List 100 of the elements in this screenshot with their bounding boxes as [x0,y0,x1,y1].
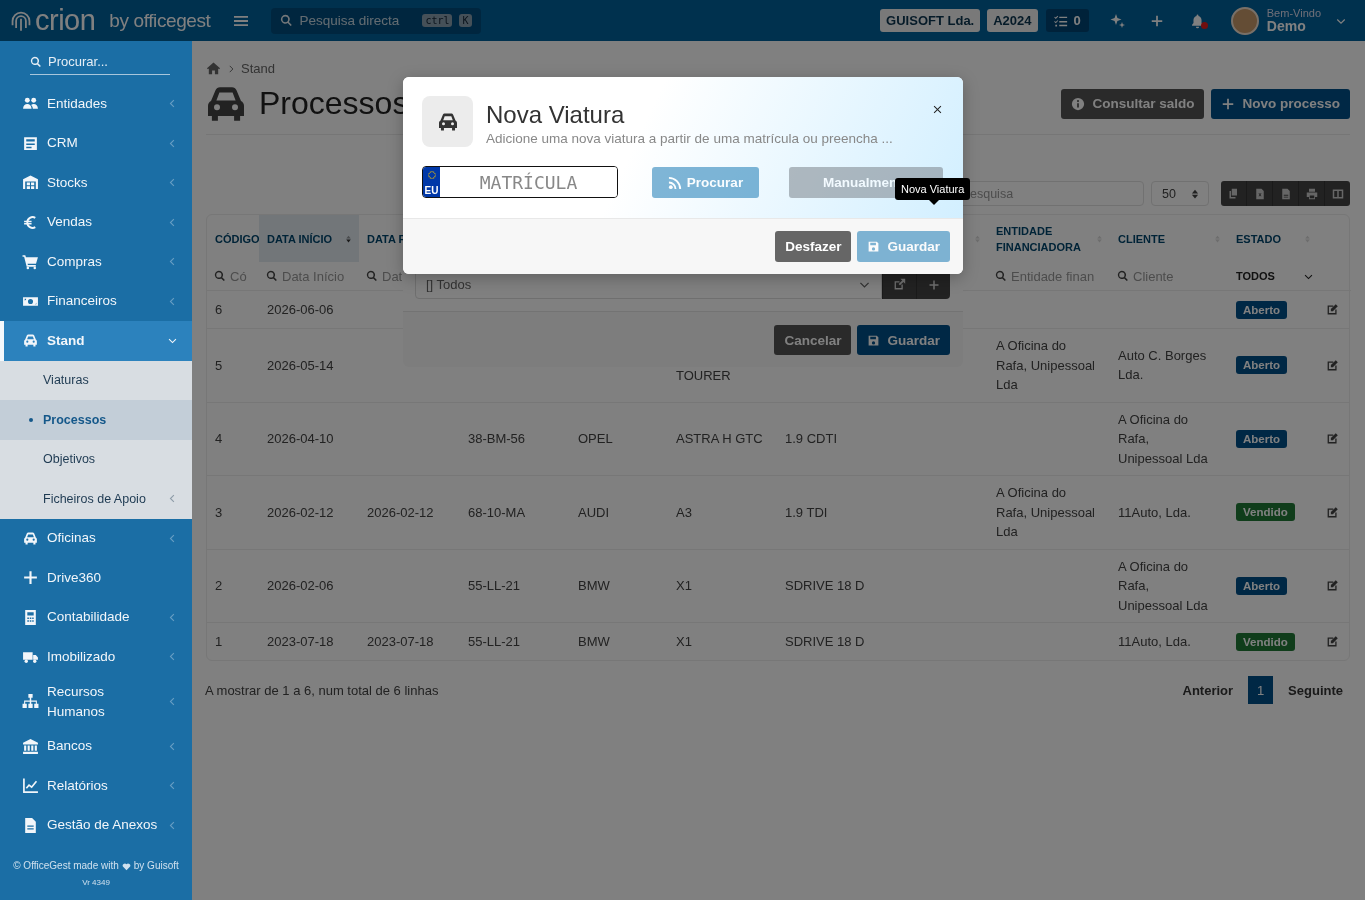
tasks-button[interactable]: 0 [1045,9,1089,32]
rss-icon [667,174,683,190]
sidebar-item[interactable]: Oficinas [0,518,192,558]
close-icon[interactable] [932,104,943,115]
edit-icon[interactable] [1326,505,1339,519]
plus-icon [927,278,940,291]
logo-text: crion [35,6,96,35]
table-cell-text: 3 [214,503,224,522]
sidebar-item[interactable]: Imobilizado [0,637,192,677]
home-icon[interactable] [206,61,221,76]
cart-icon [22,253,39,271]
year-badge[interactable]: A2024 [987,9,1038,32]
sidebar-item[interactable]: Gestão de Anexos [0,805,192,845]
plate-field[interactable]: EU MATRÍCULA [422,166,618,198]
sidebar-item[interactable]: Relatórios [0,766,192,806]
table-cell-text: 11Auto, Lda. [1117,632,1192,651]
sparkle-icon[interactable] [1109,12,1126,29]
sidebar-item[interactable]: Contabilidade [0,597,192,637]
sidebar-item[interactable]: CRM [0,123,192,163]
edit-icon[interactable] [1326,579,1339,593]
table-cell-text: 1.9 TDI [784,503,829,522]
search-icon [366,270,378,282]
save-button[interactable]: Guardar [857,325,950,355]
plus-icon[interactable] [1149,13,1164,28]
bank-icon [22,737,39,755]
warehouse-icon [22,174,39,192]
page-link[interactable]: 1 [1248,676,1274,704]
table-cell-text: 6 [214,300,224,319]
column-header[interactable]: CLIENTE [1118,230,1166,247]
table-cell-text: X1 [675,577,693,595]
column-header[interactable]: ESTADO [1236,230,1282,247]
plus-icon [22,569,39,587]
search-icon [995,270,1007,282]
edit-icon[interactable] [1326,303,1339,316]
save-icon [867,333,881,347]
sidebar-item[interactable]: Compras [0,242,192,282]
save-icon [867,240,881,253]
table-cell-text: X1 [675,632,693,651]
sidebar-item[interactable]: Stocks [0,163,192,203]
sidebar-item[interactable]: Bancos [0,726,192,766]
modal-title: Nova Viatura [486,101,626,129]
table-cell-text: 55-LL-21 [467,577,522,595]
next-link[interactable]: Seguinte [1288,682,1343,698]
submenu-item[interactable]: Ficheiros de Apoio [0,479,192,519]
external-link-icon [893,278,906,291]
table-cell-text: A Oficina do Rafa, Unipessoal Lda [995,484,1096,541]
table-cell-text: 38-BM-56 [467,430,527,448]
submenu-item[interactable]: Objetivos [0,439,192,479]
edit-icon[interactable] [1326,358,1339,372]
balance-button[interactable]: Consultar saldo [1061,88,1205,119]
table-cell-text: 2026-05-14 [266,356,335,375]
edit-icon[interactable] [1326,432,1339,446]
user-name[interactable]: Demo [1266,19,1321,33]
status-badge: Vendido [1236,632,1295,651]
breadcrumb-link[interactable]: Stand [241,61,275,76]
spreadsheet-icon [1253,187,1266,200]
previous-link[interactable]: Anterior [1182,682,1234,698]
chevron-right-icon [226,63,236,74]
search-icon [30,55,42,68]
info-icon [1071,96,1086,111]
modal-subtitle: Adicione uma nova viatura a partir de uma matrícula ou preencha ... [486,131,893,146]
sidebar-item[interactable]: Financeiros [0,281,192,321]
sidebar-item[interactable]: Drive360 [0,558,192,598]
undo-button[interactable]: Desfazer [775,231,852,262]
id-card-icon [22,134,39,152]
car-icon [206,85,246,122]
submenu-item[interactable]: Viaturas [0,360,192,400]
column-header[interactable]: ENTIDADE FINANCIADORA [996,222,1095,255]
sidebar-item[interactable]: Vendas [0,202,192,242]
page-size-select[interactable]: 50 [1151,181,1209,206]
logo-subtitle: by officegest [109,11,211,30]
sidebar-item[interactable]: Stand [0,321,192,361]
new-process-button[interactable]: Novo processo [1211,88,1350,119]
sidebar-item[interactable]: Recursos Humanos [0,676,192,727]
submenu-item[interactable]: Processos [0,400,192,440]
sidebar-item[interactable]: Entidades [0,84,192,124]
avatar[interactable] [1230,6,1259,35]
column-header[interactable]: CÓDIGO [215,230,260,247]
status-badge: Vendido [1236,503,1295,522]
credit-text: © OfficeGest made with [13,859,119,873]
table-cell-text: BMW [577,577,611,595]
table-cell-text: AUDI [577,503,611,522]
column-header[interactable]: DATA INÍCIO [259,215,359,262]
table-cell-text: SDRIVE 18 D [784,632,866,651]
bell-icon[interactable] [1189,12,1205,29]
table-cell-text: 2023-07-18 [266,632,335,651]
table-cell-text: 2026-02-06 [266,577,335,595]
search-field[interactable]: Procurar... [30,54,170,75]
table-cell-text: SDRIVE 18 D [784,577,866,595]
search-icon [214,270,226,282]
edit-icon[interactable] [1326,635,1339,648]
status-filter[interactable]: TODOS [1235,270,1314,282]
table-cell-text: 2026-04-10 [266,430,335,448]
table-cell-text: OPEL [577,430,614,448]
company-badge[interactable]: GUISOFT Lda. [880,9,981,32]
car-icon [437,112,458,131]
cancel-button[interactable]: Cancelar [774,325,852,355]
table-summary: A mostrar de 1 a 6, num total de 6 linhas [205,682,439,698]
table-cell-text: 2 [214,577,224,595]
credit-text: by Guisoft [133,859,179,873]
